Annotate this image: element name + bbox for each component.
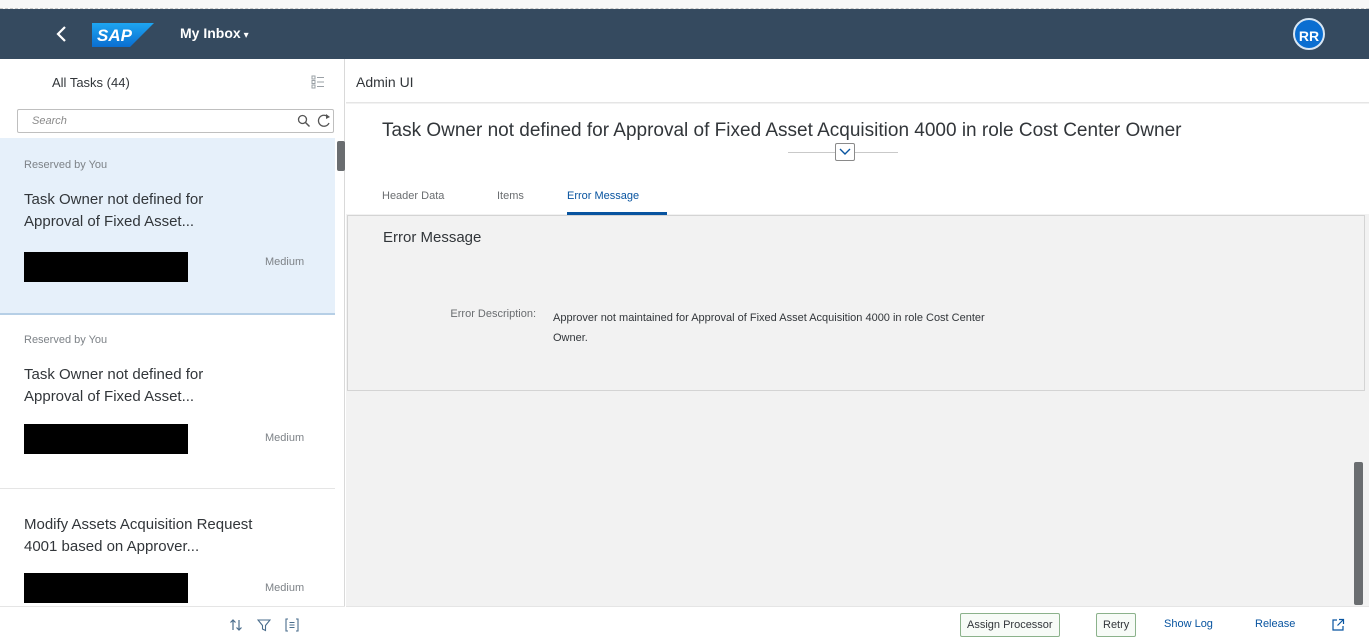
- master-title: All Tasks (44): [52, 75, 130, 90]
- sap-logo-text: SAP: [97, 26, 133, 45]
- search-field[interactable]: Search: [17, 109, 334, 133]
- error-description-value: Approver not maintained for Approval of …: [553, 308, 1153, 348]
- tab-header-data[interactable]: Header Data: [382, 190, 444, 202]
- shell-bar: SAP My Inbox ▾ RR: [0, 9, 1369, 59]
- list-item-title-line1: Modify Assets Acquisition Request: [24, 516, 253, 533]
- list-scrollbar-thumb[interactable]: [337, 141, 345, 171]
- refresh-icon[interactable]: [317, 113, 331, 129]
- section-title: Error Message: [383, 229, 482, 246]
- retry-button[interactable]: Retry: [1096, 613, 1137, 637]
- object-title: Task Owner not defined for Approval of F…: [382, 120, 1182, 141]
- filter-icon[interactable]: [256, 618, 272, 632]
- assign-processor-button[interactable]: Assign Processor: [960, 613, 1060, 637]
- browser-top-strip: [0, 0, 1369, 9]
- detail-scrollbar-thumb[interactable]: [1354, 462, 1363, 605]
- group-icon[interactable]: [285, 618, 299, 632]
- app-title: My Inbox: [180, 25, 241, 41]
- back-chevron-icon[interactable]: [52, 22, 72, 46]
- tab-items[interactable]: Items: [497, 190, 524, 202]
- list-item-title-line1: Task Owner not defined for: [24, 366, 204, 383]
- master-header: All Tasks (44): [0, 59, 345, 103]
- share-icon[interactable]: [1331, 618, 1345, 632]
- caret-down-icon: ▾: [243, 30, 249, 41]
- error-description-label: Error Description:: [450, 308, 536, 320]
- error-description-line2: Owner.: [553, 332, 588, 344]
- list-item-status: Reserved by You: [24, 159, 108, 171]
- master-list-pane: All Tasks (44) Search Reserved by You Ta…: [0, 59, 345, 642]
- list-item-priority: Medium: [265, 582, 305, 594]
- redacted-block: [24, 424, 188, 454]
- list-item[interactable]: Reserved by You Task Owner not defined f…: [0, 316, 335, 488]
- multi-select-icon[interactable]: [311, 75, 325, 89]
- error-description-line1: Approver not maintained for Approval of …: [553, 312, 985, 324]
- master-footer: [0, 606, 345, 642]
- list-item-priority: Medium: [265, 256, 305, 268]
- list-item-status: Reserved by You: [24, 334, 108, 346]
- list-item[interactable]: Modify Assets Acquisition Request 4001 b…: [0, 489, 335, 606]
- sort-icon[interactable]: [229, 618, 243, 632]
- search-icon[interactable]: [297, 114, 311, 128]
- detail-header: Admin UI: [346, 59, 1369, 103]
- sap-logo[interactable]: SAP: [92, 23, 154, 47]
- tab-error-message[interactable]: Error Message: [567, 190, 639, 202]
- detail-app-name: Admin UI: [356, 74, 414, 90]
- collapse-header-button[interactable]: [835, 143, 855, 161]
- list-item-title-line2: Approval of Fixed Asset...: [24, 213, 195, 230]
- show-log-button[interactable]: Show Log: [1160, 613, 1217, 637]
- redacted-block: [24, 573, 188, 603]
- chevron-down-icon: [839, 148, 851, 155]
- list-scrollbar[interactable]: [336, 138, 345, 606]
- list-item-title-line2: Approval of Fixed Asset...: [24, 388, 195, 405]
- list-item-title-line1: Task Owner not defined for: [24, 191, 204, 208]
- redacted-block: [24, 252, 188, 282]
- search-placeholder: Search: [32, 115, 67, 127]
- avatar[interactable]: RR: [1293, 18, 1325, 50]
- list-item[interactable]: Reserved by You Task Owner not defined f…: [0, 138, 335, 315]
- list-item-priority: Medium: [265, 432, 305, 444]
- footer-toolbar: Assign Processor Retry Show Log Release: [346, 606, 1369, 642]
- list-item-title-line2: 4001 based on Approver...: [24, 538, 200, 555]
- error-message-section: Error Message Error Description: Approve…: [347, 215, 1365, 391]
- task-list: Reserved by You Task Owner not defined f…: [0, 138, 335, 606]
- release-button[interactable]: Release: [1251, 613, 1299, 637]
- tab-bar: Header Data Items Error Message: [346, 184, 1369, 215]
- app-title-menu[interactable]: My Inbox ▾: [180, 25, 249, 41]
- object-header: Task Owner not defined for Approval of F…: [346, 104, 1369, 215]
- detail-pane: Admin UI Task Owner not defined for Appr…: [346, 59, 1369, 642]
